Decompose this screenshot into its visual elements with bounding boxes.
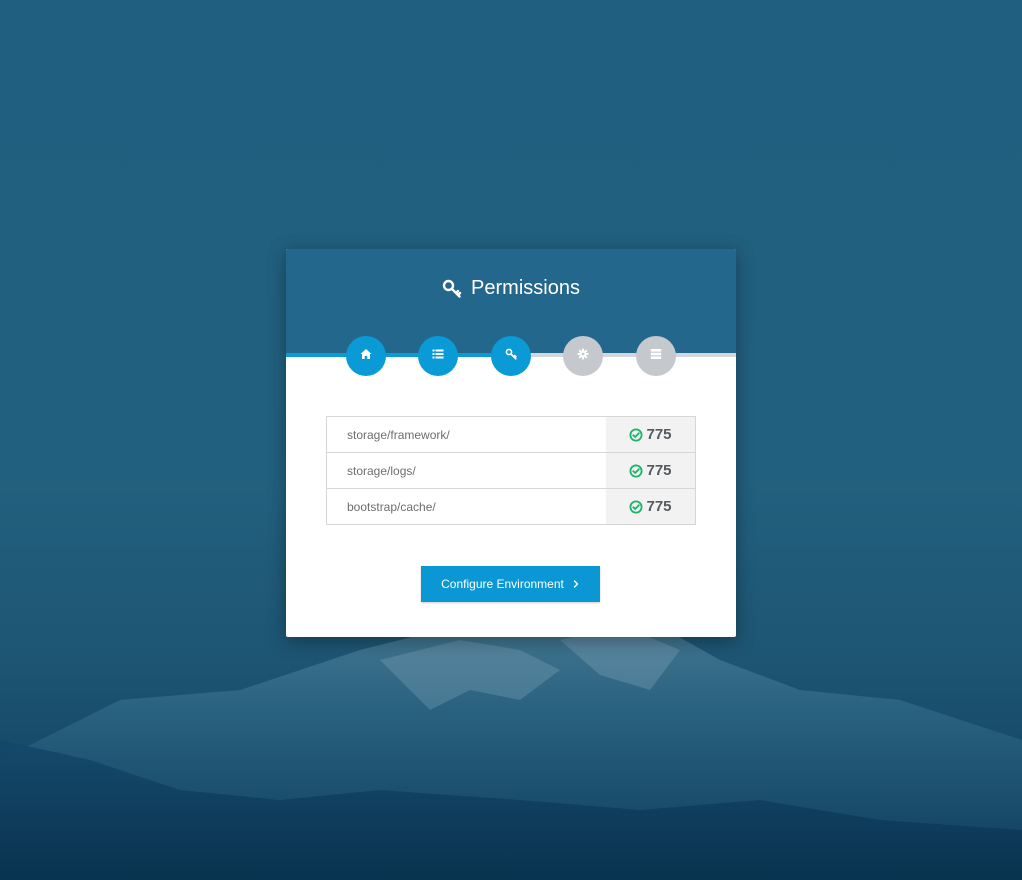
- step-environment[interactable]: [563, 336, 603, 376]
- check-circle-icon: [629, 428, 643, 442]
- installer-card: Permissions storage/framework/ 775 stora…: [286, 249, 736, 637]
- step-progress-done: [286, 353, 511, 357]
- permission-value-cell: 775: [606, 453, 695, 488]
- permission-path: bootstrap/cache/: [327, 489, 606, 524]
- permission-value: 775: [646, 498, 672, 515]
- gear-icon: [577, 347, 589, 365]
- configure-environment-button[interactable]: Configure Environment: [421, 566, 600, 602]
- permission-value-cell: 775: [606, 417, 695, 452]
- permissions-table: storage/framework/ 775 storage/logs/ 775…: [326, 416, 696, 525]
- check-circle-icon: [629, 464, 643, 478]
- step-progress-remaining: [511, 353, 736, 357]
- home-icon: [360, 347, 372, 365]
- step-final[interactable]: [636, 336, 676, 376]
- table-row: storage/framework/ 775: [327, 417, 695, 453]
- list-icon: [432, 347, 444, 365]
- table-row: storage/logs/ 775: [327, 453, 695, 489]
- key-icon: [442, 279, 462, 299]
- step-welcome[interactable]: [346, 336, 386, 376]
- permission-path: storage/logs/: [327, 453, 606, 488]
- page-title: Permissions: [286, 277, 736, 300]
- permission-value-cell: 775: [606, 489, 695, 524]
- configure-environment-label: Configure Environment: [441, 577, 564, 591]
- step-requirements[interactable]: [418, 336, 458, 376]
- check-circle-icon: [629, 500, 643, 514]
- permission-value: 775: [646, 426, 672, 443]
- page-title-text: Permissions: [471, 277, 580, 299]
- permission-path: storage/framework/: [327, 417, 606, 452]
- chevron-right-icon: [572, 580, 580, 588]
- key-icon: [505, 347, 517, 365]
- permission-value: 775: [646, 462, 672, 479]
- table-row: bootstrap/cache/ 775: [327, 489, 695, 525]
- server-icon: [650, 347, 662, 365]
- step-permissions[interactable]: [491, 336, 531, 376]
